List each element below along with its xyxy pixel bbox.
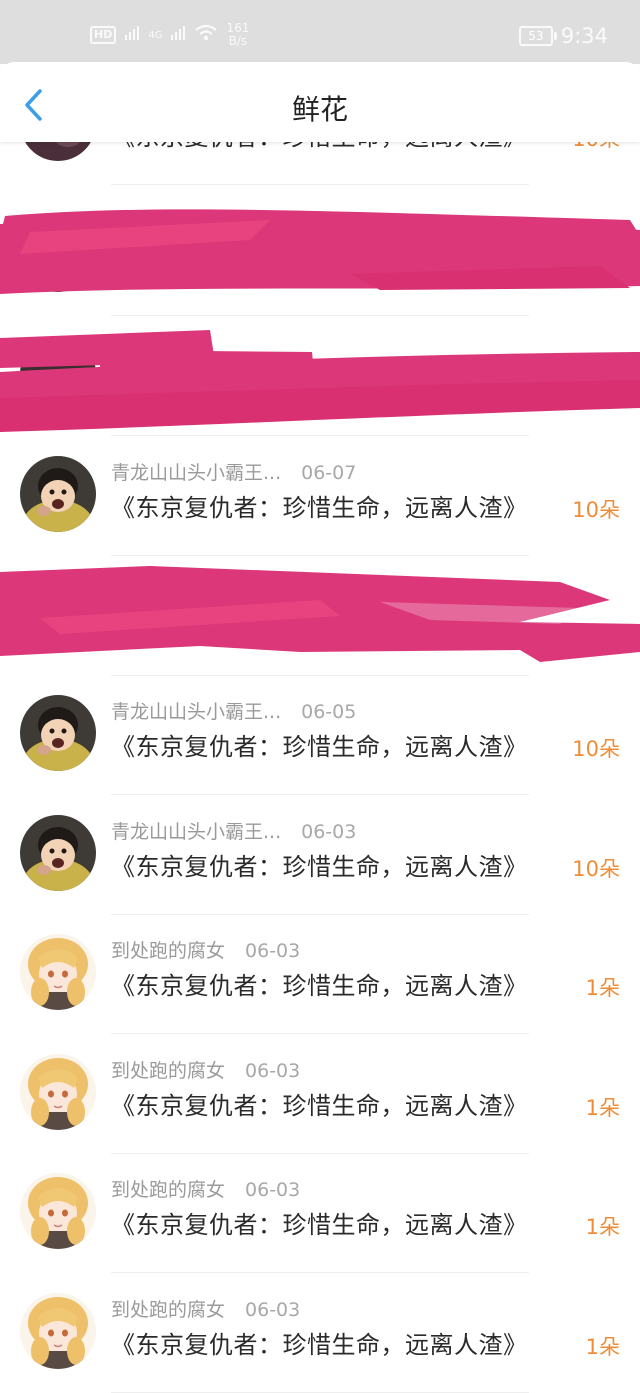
user-name[interactable]: 到处跑的腐女	[111, 1179, 225, 1201]
signal-x-icon	[124, 25, 140, 45]
item-meta: 青龙山山头小霸王... 06-03	[111, 817, 356, 844]
flower-count: 1朵	[585, 976, 620, 1000]
net-speed: 161 B/s	[226, 21, 250, 48]
user-name[interactable]: 青龙山山头小霸王...	[111, 821, 281, 843]
avatar[interactable]	[20, 1293, 96, 1369]
status-bar: HD 4G 161 B/s 53 9:34	[0, 0, 640, 64]
item-meta: 青龙山山头小霸王... 06-05	[111, 697, 356, 724]
item-meta: 到处跑的腐女 06-03	[111, 1056, 300, 1083]
work-title[interactable]: 《东京复仇者：珍惜生命，远离人渣》	[111, 966, 528, 1001]
work-title[interactable]: 《东京复仇者：珍惜生命，远离人渣》	[111, 727, 528, 762]
item-meta: 青龙山山头小霸王... 06-07	[111, 458, 356, 485]
avatar[interactable]	[20, 934, 96, 1010]
item-date: 06-07	[301, 462, 357, 484]
list-item[interactable]: 到处跑的腐女 06-03 《东京复仇者：珍惜生命，远离人渣》 1朵	[0, 914, 640, 1034]
list-item[interactable]: 青龙山山头小霸王... 06-03 《东京复仇者：珍惜生命，远离人渣》 10朵	[0, 795, 640, 915]
list-item[interactable]: 青龙山山头小霸王... 06-05 《东京复仇者：珍惜生命，远离人渣》 10朵	[0, 675, 640, 795]
network-type: 4G	[148, 29, 163, 41]
wifi-icon	[194, 24, 218, 46]
flower-count: 1朵	[585, 1335, 620, 1359]
item-meta: 到处跑的腐女 06-03	[111, 936, 300, 963]
flower-count: 10朵	[572, 737, 620, 761]
flower-count: 1朵	[585, 1215, 620, 1239]
user-name[interactable]: 到处跑的腐女	[111, 1060, 225, 1082]
user-name[interactable]: 到处跑的腐女	[111, 940, 225, 962]
item-date: 06-03	[301, 821, 357, 843]
work-title[interactable]: 《东京复仇者：珍惜生命，远离人渣》	[111, 1205, 528, 1240]
divider	[111, 184, 529, 185]
list-item[interactable]: 到处跑的腐女 06-03 《东京复仇者：珍惜生命，远离人渣》 1朵	[0, 1153, 640, 1273]
flower-count: 10朵	[572, 857, 620, 881]
nav-header: 鲜花	[0, 62, 640, 142]
list-item[interactable]: 到处跑的腐女 06-03 《东京复仇者：珍惜生命，远离人渣》 1朵	[0, 1034, 640, 1154]
clock: 9:34	[560, 24, 608, 48]
page-title: 鲜花	[291, 93, 348, 126]
status-right: 53 9:34	[518, 24, 608, 48]
item-meta: 到处跑的腐女 06-03	[111, 1175, 300, 1202]
work-title[interactable]: 《东京复仇者：珍惜生命，远离人渣》	[111, 1325, 528, 1360]
signal-icon	[170, 25, 186, 45]
redaction-scribble	[0, 330, 640, 432]
hd-badge: HD	[90, 26, 117, 44]
work-title[interactable]: 《东京复仇者：珍惜生命，远离人渣》	[111, 847, 528, 882]
avatar[interactable]	[20, 695, 96, 771]
status-left: HD 4G 161 B/s	[90, 22, 249, 48]
work-title[interactable]: 《东京复仇者：珍惜生命，远离人渣》	[111, 1086, 528, 1121]
avatar[interactable]	[20, 1173, 96, 1249]
flower-count: 1朵	[585, 1096, 620, 1120]
avatar[interactable]	[20, 815, 96, 891]
item-meta: 到处跑的腐女 06-03	[111, 1295, 300, 1322]
item-date: 06-03	[245, 1060, 301, 1082]
redaction-scribble	[0, 209, 640, 294]
battery-icon: 53	[518, 26, 557, 46]
redaction-scribble	[0, 566, 640, 662]
item-date: 06-03	[245, 1299, 301, 1321]
user-name[interactable]: 青龙山山头小霸王...	[111, 462, 281, 484]
item-date: 06-03	[245, 940, 301, 962]
list-item[interactable]: 青龙山山头小霸王... 06-07 《东京复仇者：珍惜生命，远离人渣》 10朵	[0, 436, 640, 556]
item-date: 06-03	[245, 1179, 301, 1201]
avatar[interactable]	[20, 456, 96, 532]
list-item[interactable]: 到处跑的腐女 06-03 《东京复仇者：珍惜生命，远离人渣》 1朵	[0, 1273, 640, 1393]
avatar[interactable]	[20, 1054, 96, 1130]
work-title[interactable]: 《东京复仇者：珍惜生命，远离人渣》	[111, 488, 528, 523]
item-date: 06-05	[301, 701, 357, 723]
user-name[interactable]: 青龙山山头小霸王...	[111, 701, 281, 723]
user-name[interactable]: 到处跑的腐女	[111, 1299, 225, 1321]
flower-count: 10朵	[572, 498, 620, 522]
